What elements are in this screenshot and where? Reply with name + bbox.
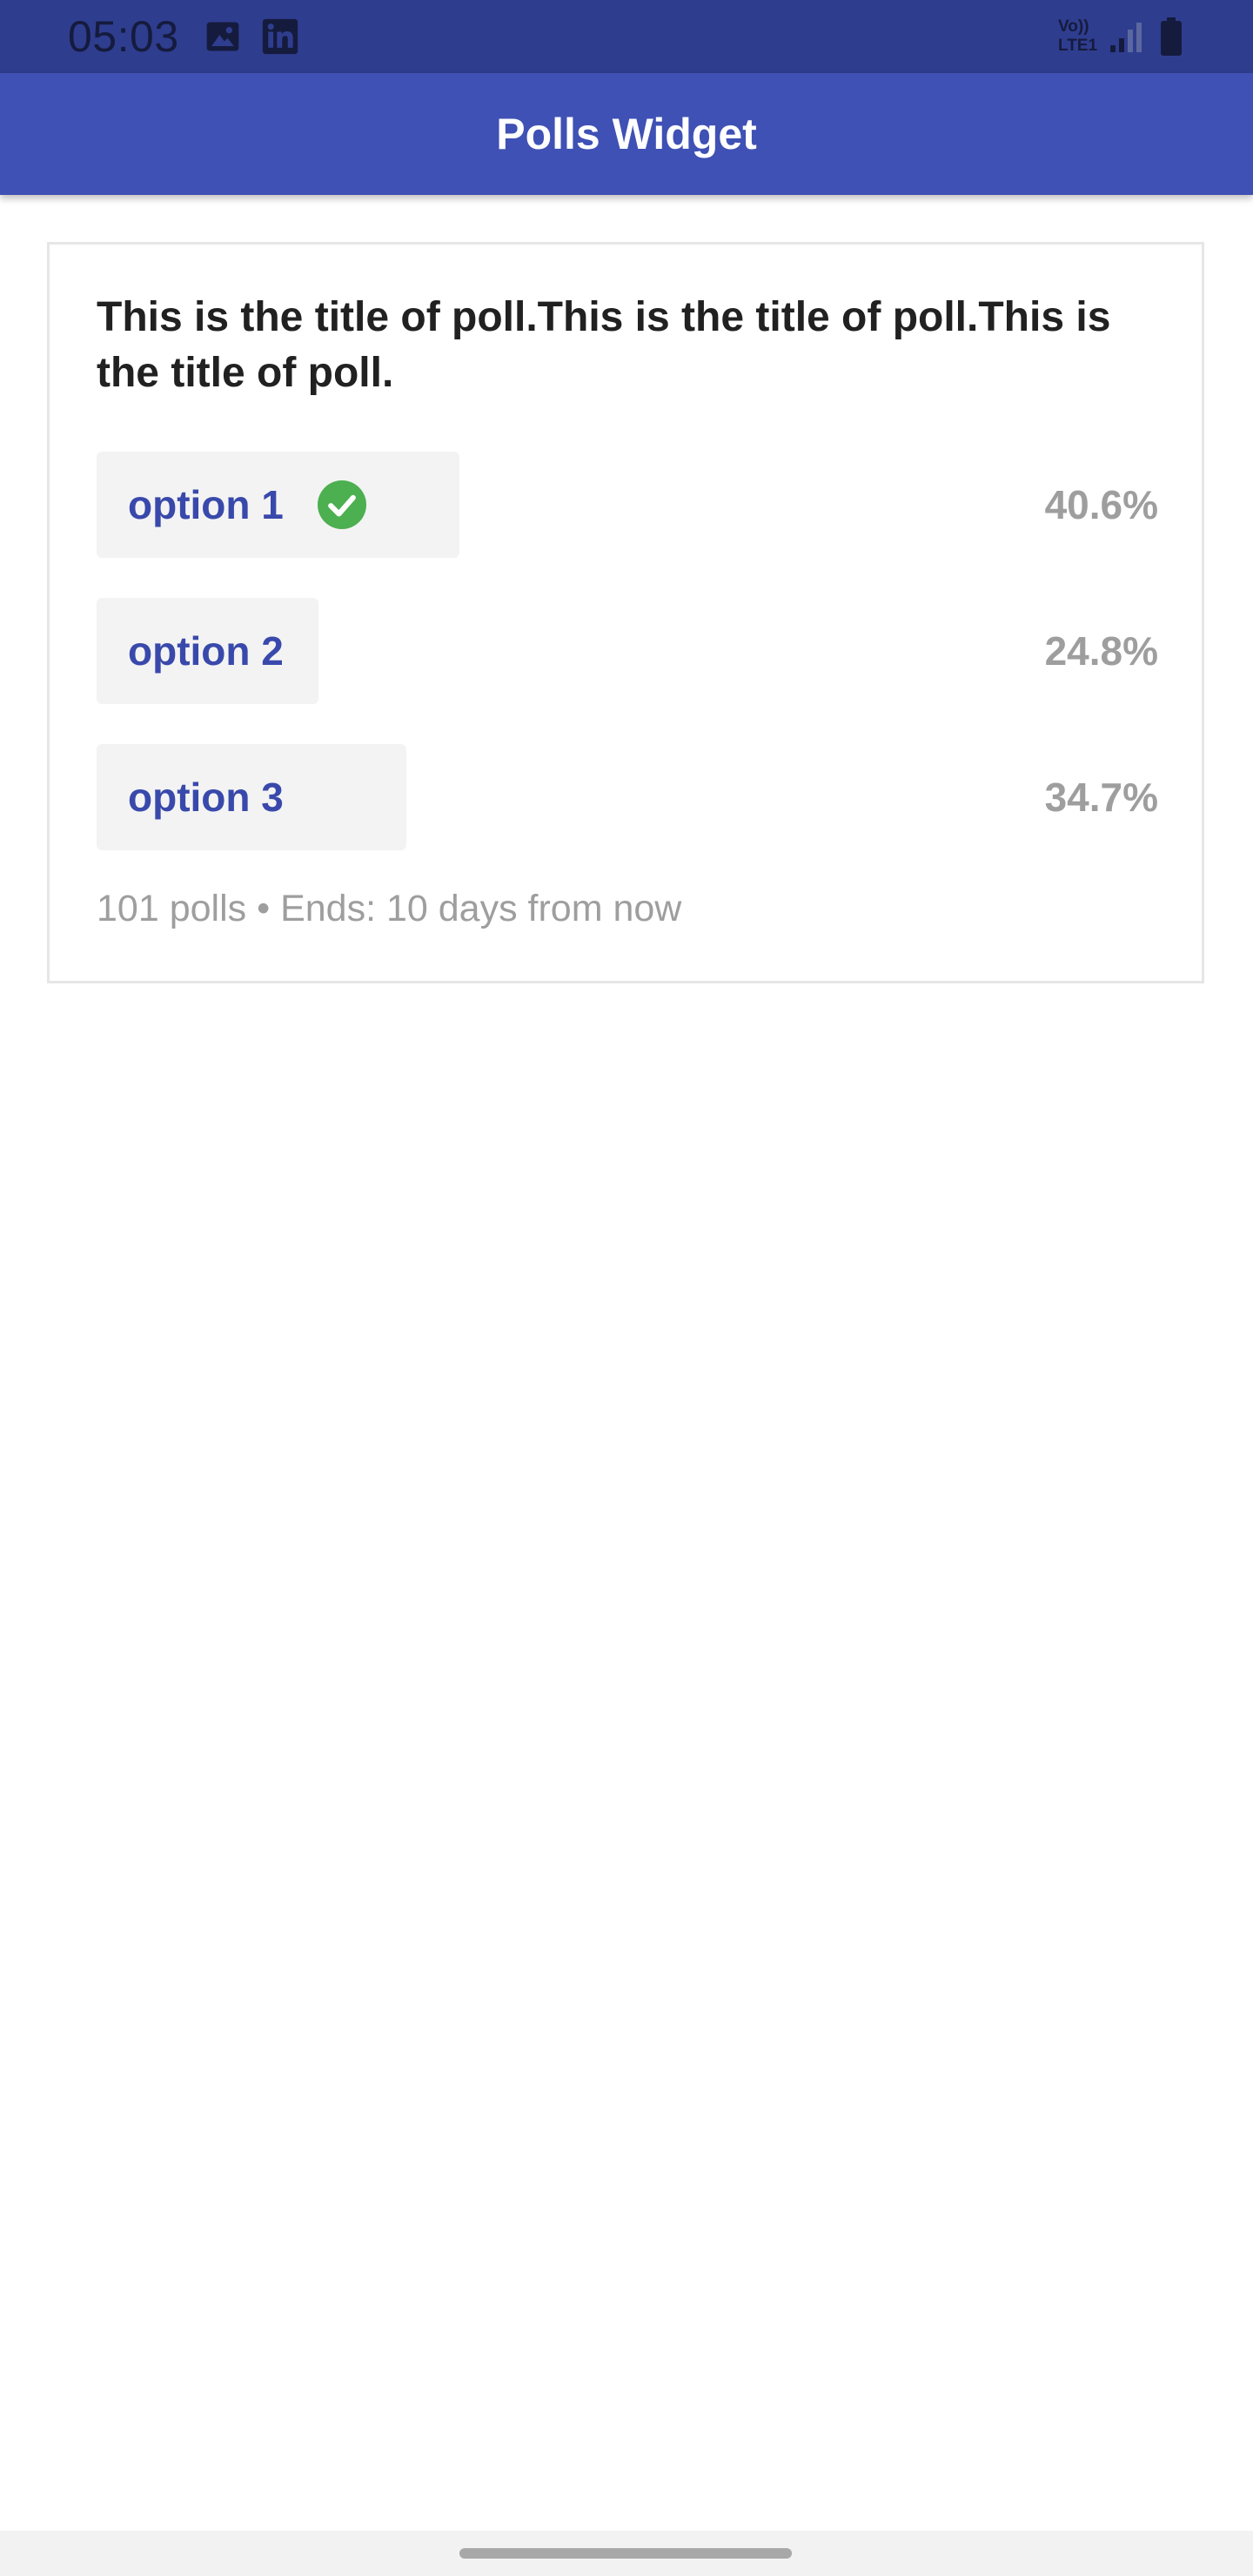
status-bar: 05:03 Vo)) LTE1 — [0, 0, 1253, 73]
navigation-bar — [0, 2531, 1253, 2576]
poll-option-3[interactable]: option 3 34.7% — [97, 744, 1158, 850]
poll-footer: 101 polls • Ends: 10 days from now — [97, 888, 682, 929]
status-time: 05:03 — [68, 12, 179, 61]
volte-icon: Vo)) LTE1 — [1058, 17, 1098, 55]
image-icon — [204, 17, 242, 56]
poll-option-1[interactable]: option 1 40.6% — [97, 452, 1158, 558]
poll-title: This is the title of poll.This is the ti… — [97, 294, 1111, 396]
signal-icon — [1109, 21, 1145, 59]
home-indicator[interactable] — [459, 2548, 792, 2559]
option-1-percent: 40.6% — [1044, 482, 1158, 527]
battery-icon — [1159, 17, 1183, 56]
option-3-label: option 3 — [128, 775, 284, 820]
linkedin-icon — [261, 17, 299, 56]
option-3-percent: 34.7% — [1044, 775, 1158, 820]
app-title: Polls Widget — [496, 110, 757, 158]
option-1-label: option 1 — [128, 482, 284, 527]
option-2-label: option 2 — [128, 628, 284, 674]
poll-card: This is the title of poll.This is the ti… — [47, 242, 1204, 983]
poll-option-2[interactable]: option 2 24.8% — [97, 598, 1158, 704]
check-circle-icon — [318, 480, 366, 529]
app-bar: Polls Widget — [0, 73, 1253, 195]
option-2-percent: 24.8% — [1044, 628, 1158, 674]
